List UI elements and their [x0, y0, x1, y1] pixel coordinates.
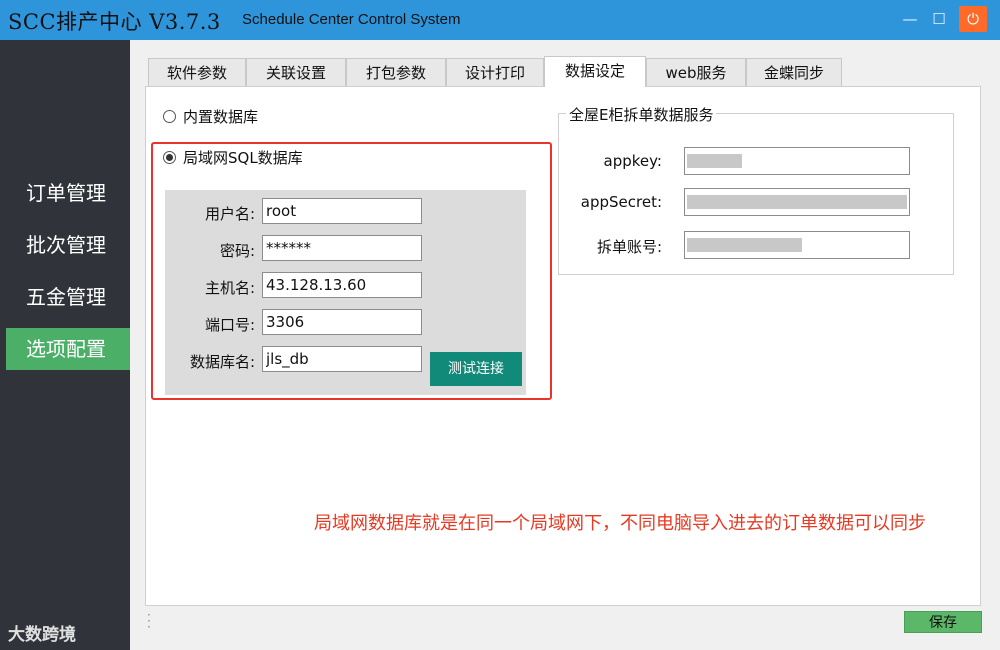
app-subtitle: Schedule Center Control System	[242, 11, 461, 28]
database-name-input[interactable]	[262, 346, 422, 372]
tab-design-print[interactable]: 设计打印	[446, 58, 544, 86]
sidebar-item-batches[interactable]: 批次管理	[6, 224, 130, 266]
app-title: SCC排产中心 V3.7.3	[8, 10, 221, 34]
appkey-label: appkey:	[603, 152, 662, 170]
radio-unchecked-icon	[163, 110, 176, 123]
appsecret-input[interactable]	[684, 188, 910, 216]
test-connection-button[interactable]: 测试连接	[430, 352, 522, 386]
status-bar	[145, 606, 1000, 650]
annotation-text: 局域网数据库就是在同一个局域网下，不同电脑导入进去的订单数据可以同步	[314, 513, 926, 534]
appsecret-label: appSecret:	[580, 193, 662, 211]
sidebar-item-orders[interactable]: 订单管理	[6, 172, 130, 214]
sidebar-item-hardware[interactable]: 五金管理	[6, 276, 130, 318]
redacted-value	[687, 195, 907, 209]
password-label: 密码:	[219, 242, 255, 260]
split-service-title: 全屋E柜拆单数据服务	[566, 104, 717, 125]
port-input[interactable]	[262, 309, 422, 335]
radio-lan-sql-db[interactable]: 局域网SQL数据库	[163, 147, 303, 168]
radio-checked-icon	[163, 151, 176, 164]
tab-web-service[interactable]: web服务	[646, 58, 746, 86]
radio-lan-label: 局域网SQL数据库	[183, 149, 303, 167]
tab-packing-params[interactable]: 打包参数	[346, 58, 446, 86]
sidebar-item-options[interactable]: 选项配置	[6, 328, 130, 370]
minimize-button[interactable]: —	[896, 6, 924, 32]
tab-kingdee-sync[interactable]: 金蝶同步	[746, 58, 842, 86]
username-input[interactable]	[262, 198, 422, 224]
tab-link-settings[interactable]: 关联设置	[246, 58, 346, 86]
database-name-label: 数据库名:	[189, 353, 255, 371]
radio-builtin-label: 内置数据库	[183, 108, 259, 126]
radio-builtin-db[interactable]: 内置数据库	[163, 106, 258, 127]
split-account-label: 拆单账号:	[596, 238, 662, 256]
appkey-input[interactable]	[684, 147, 910, 175]
port-label: 端口号:	[204, 316, 255, 334]
redacted-value	[687, 154, 742, 168]
tab-data-settings[interactable]: 数据设定	[544, 56, 646, 87]
tab-software-params[interactable]: 软件参数	[148, 58, 246, 86]
sidebar: 订单管理 批次管理 五金管理 选项配置	[0, 40, 130, 650]
hostname-input[interactable]	[262, 272, 422, 298]
title-bar: SCC排产中心 V3.7.3 Schedule Center Control S…	[0, 0, 1000, 40]
split-account-input[interactable]	[684, 231, 910, 259]
password-input[interactable]	[262, 235, 422, 261]
save-button[interactable]: 保存	[904, 611, 982, 633]
resize-grip-icon: · · ·	[147, 608, 151, 634]
redacted-value	[687, 238, 802, 252]
hostname-label: 主机名:	[204, 279, 255, 297]
watermark-logo: 大数跨境	[8, 625, 76, 645]
username-label: 用户名:	[204, 205, 255, 223]
maximize-button[interactable]: ☐	[925, 6, 953, 32]
power-close-button[interactable]: ⏻	[959, 6, 987, 32]
